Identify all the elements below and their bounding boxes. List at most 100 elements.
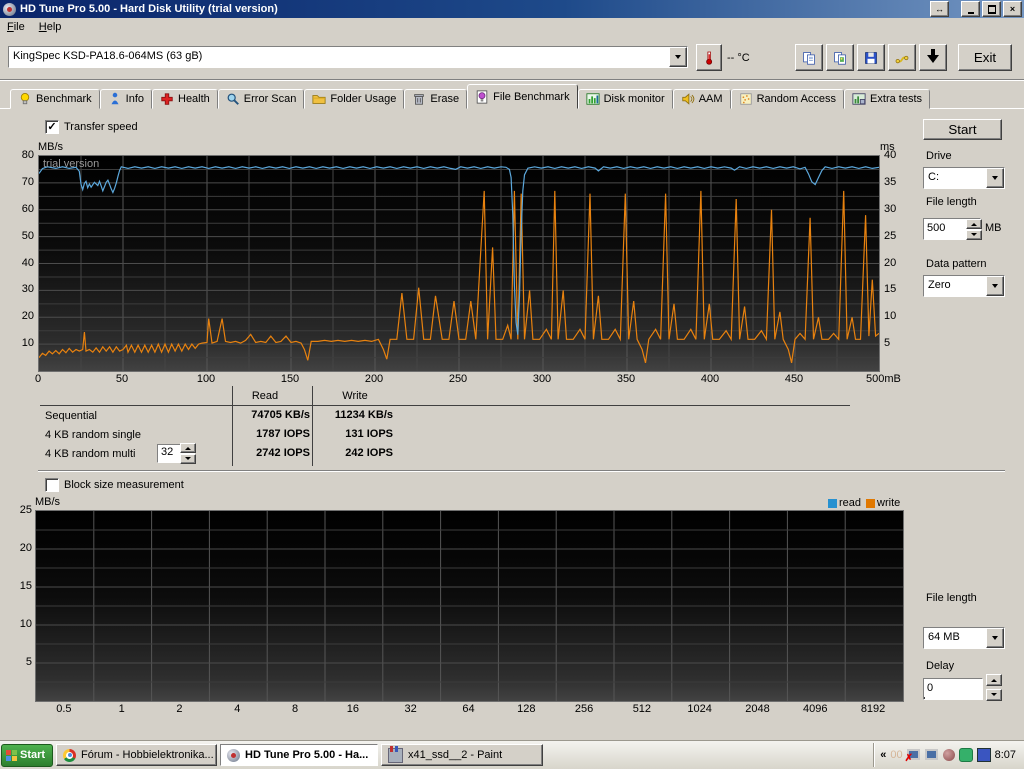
main-chart-x-axis: 0 50 100 150 200 250 300 350 400 450 500mB [34,373,901,386]
axis-tick-label: 256 [574,703,594,715]
file-length2-value: 64 MB [924,628,986,648]
queue-depth-stepper[interactable]: 32 [157,443,196,464]
network-offline-icon[interactable]: ✗ [905,749,921,764]
copy-text-button[interactable] [795,44,823,71]
device-combobox-arrow[interactable] [669,47,687,67]
resize-button[interactable]: ↔ [930,1,949,17]
messenger-icon[interactable] [958,748,973,762]
stepper-up-button[interactable] [966,218,982,229]
restore-icon [987,4,996,14]
data-pattern-value: Zero [924,276,986,296]
file-length2-combobox-arrow[interactable] [986,628,1004,648]
copy-icon [803,51,815,65]
restore-button[interactable] [982,1,1001,17]
results-read-value: 74705 KB/s [251,409,310,421]
up-arrow-icon [971,220,977,226]
tab-error-scan[interactable]: Error Scan [217,89,305,109]
block-size-checkbox[interactable]: Block size measurement [45,478,184,492]
tray-expand-chevron[interactable]: « [880,749,886,761]
start-benchmark-button[interactable]: Start [923,119,1002,140]
axis-tick-label: 500mB [866,373,901,385]
wireless-network-icon[interactable] [924,749,939,761]
stepper-up-button[interactable] [180,443,196,453]
read-legend-swatch [828,498,837,508]
menu-file[interactable]: File [0,19,32,35]
axis-tick-label: 20 [21,310,34,323]
stepper-down-button[interactable] [966,229,982,240]
axis-tick-label: 0.5 [56,703,72,715]
axis-tick-label: 150 [280,373,300,385]
axis-tick-label: 200 [364,373,384,385]
axis-tick-label: 128 [517,703,536,715]
transfer-speed-checkbox[interactable]: ✓ Transfer speed [45,120,138,134]
delay-input[interactable]: 0 [923,678,983,700]
close-button[interactable]: × [1003,1,1022,17]
queue-depth-value: 32 [158,445,180,462]
block-size-chart [35,510,904,702]
drive-combobox-arrow[interactable] [986,168,1004,188]
taskbar-item-browser[interactable]: Fórum - Hobbielektronika... [56,744,217,766]
axis-tick-label: 10 [21,337,34,350]
file-length-stepper[interactable]: 500 [923,218,982,240]
copy-image-button[interactable] [826,44,854,71]
stepper-down-button[interactable] [986,689,1002,701]
start-menu-button[interactable]: Start [1,743,53,767]
block-chart-x-axis: 0.5 1 2 4 8 16 32 64 128 256 512 1024 2048 4096 8192 [35,703,902,716]
results-row-label: Sequential [45,410,97,422]
axis-tick-label: 8192 [860,703,886,715]
minimize-button[interactable] [961,1,980,17]
device-combobox[interactable]: KingSpec KSD-PA18.6-064MS (63 gB) [8,46,688,68]
speaker-icon [682,93,695,105]
data-pattern-combobox[interactable]: Zero [923,275,1005,297]
axis-tick-label: 0 [34,373,42,385]
stepper-up-button[interactable] [986,674,1002,686]
folder-icon [312,95,326,104]
down-arrow-icon [971,232,977,239]
windows-logo-icon [6,749,17,761]
file-length2-combobox[interactable]: 64 MB [923,627,1005,649]
tab-folder-usage[interactable]: Folder Usage [304,89,405,109]
axis-tick-label: 4096 [803,703,828,715]
transfer-speed-chart: trial version [38,155,880,372]
tab-benchmark[interactable]: Benchmark [10,89,100,109]
trash-icon [414,94,425,105]
paint-icon [388,745,403,763]
tray-app-icon[interactable] [942,749,955,761]
tab-health[interactable]: Health [152,89,218,109]
tab-info[interactable]: Info [99,89,152,109]
drive-combobox-value: C: [924,168,986,188]
input-language-icon[interactable] [976,748,991,762]
tab-aam[interactable]: AAM [672,89,731,109]
temperature-button[interactable] [696,44,722,71]
down-arrow-icon [927,48,939,69]
delay-stepper [986,674,1002,701]
tab-random-access[interactable]: Random Access [730,89,845,109]
tab-bar: Benchmark Info Health Error Scan Folder … [10,84,931,109]
health-cross-icon [161,93,173,105]
drive-combobox[interactable]: C: [923,167,1005,189]
drive-label: Drive [926,150,952,162]
axis-tick-label: 512 [632,703,652,715]
temperature-value: -- °C [727,52,750,64]
tray-gadget-text: 00 [890,749,903,761]
taskbar-item-paint[interactable]: x41_ssd__2 - Paint [381,744,543,766]
checkbox-checked-icon: ✓ [45,120,59,134]
tab-disk-monitor[interactable]: Disk monitor [577,89,673,109]
tab-file-benchmark[interactable]: File Benchmark [467,84,578,109]
data-pattern-combobox-arrow[interactable] [986,276,1004,296]
tab-extra-tests[interactable]: Extra tests [844,89,931,109]
taskbar-item-hdtune[interactable]: HD Tune Pro 5.00 - Ha... [220,744,378,766]
main-chart-right-axis: 40 35 30 25 20 15 10 5 [884,149,908,370]
connect-button[interactable] [888,44,916,71]
menu-help[interactable]: Help [32,19,69,35]
menu-bar: File Help [0,18,1024,36]
main-chart-left-axis: 80 70 60 50 40 30 20 10 [8,149,34,370]
download-button[interactable] [919,44,947,71]
exit-button[interactable]: Exit [958,44,1012,71]
axis-tick-label: 64 [462,703,475,715]
axis-tick-label: 10 [19,618,32,630]
stepper-down-button[interactable] [180,454,196,464]
axis-tick-label: 2048 [745,703,770,715]
save-button[interactable] [857,44,885,71]
tab-erase[interactable]: Erase [404,89,468,109]
